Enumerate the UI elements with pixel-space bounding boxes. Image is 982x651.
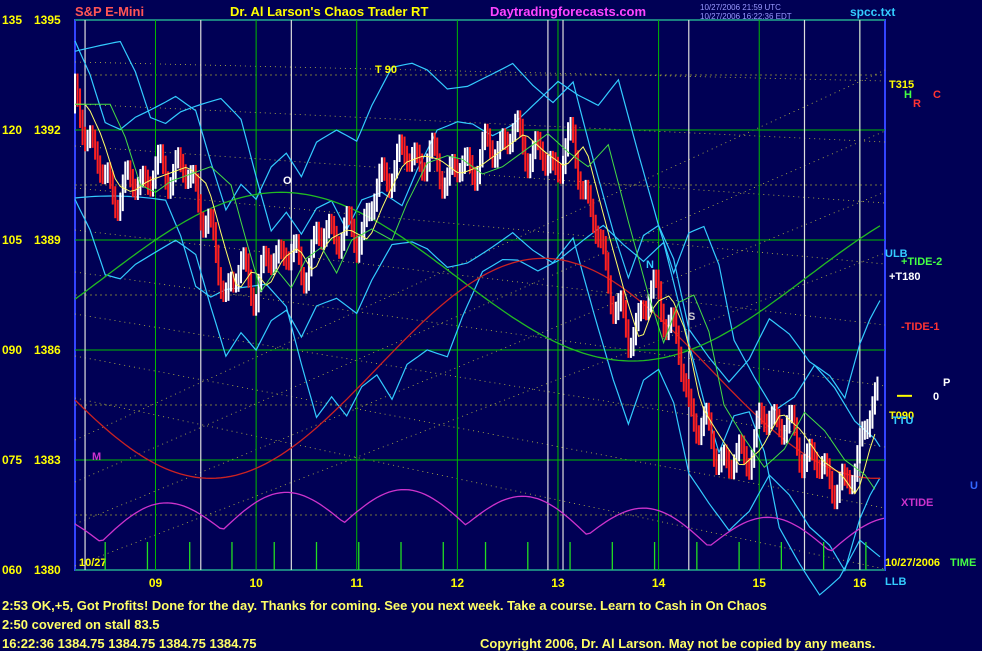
x-start-label: 10/27 [79,557,107,569]
chart-title: Dr. Al Larson's Chaos Trader RT [230,4,429,19]
annotation-label: LLB [885,576,906,588]
y-tick-right: 1392 [34,123,61,137]
website-link[interactable]: Daytradingforecasts.com [490,4,646,19]
annotation-label: R [913,98,921,110]
annotation-label: 0 [933,391,939,403]
annotation-label: N [646,259,654,271]
status-line: 16:22:36 1384.75 1384.75 1384.75 1384.75 [2,636,257,651]
y-tick-right: 1380 [34,563,61,577]
annotation-label: M [92,451,101,463]
y-tick-left: 090 [2,343,22,357]
y-tick-right: 1389 [34,233,61,247]
y-tick-right: 1386 [34,343,61,357]
x-tick-label: 10 [249,576,263,590]
chaos-chart: 135 1395120 1392105 1389090 1386075 1383060 13… [0,0,982,650]
symbol-title: S&P E-Mini [75,4,145,19]
y-tick-left: 105 [2,233,22,247]
x-tick-label: 16 [853,576,867,590]
annotation-label: TTU [892,415,913,427]
timestamp-local: 10/27/2006 16:22:36 EDT [700,12,792,21]
x-tick-label: 13 [551,576,565,590]
y-tick-left: 120 [2,123,22,137]
data-filename: spcc.txt [850,5,896,19]
annotation-label: XTIDE [901,497,933,509]
x-tick-label: 09 [149,576,163,590]
annotation-label: S [688,311,695,323]
y-tick-right: 1383 [34,453,61,467]
annotation-label: ULB [885,248,908,260]
y-tick-left: 135 [2,13,22,27]
message-line-2: 2:50 covered on stall 83.5 [2,617,160,632]
annotation-label: P [943,377,950,389]
annotation-label: H [904,89,912,101]
annotation-label: U [970,480,978,492]
annotation-label: C [933,89,941,101]
copyright: Copyright 2006, Dr. Al Larson. May not b… [480,636,876,651]
message-line-1: 2:53 OK,+5, Got Profits! Done for the da… [2,598,767,613]
y-tick-left: 075 [2,453,22,467]
x-tick-label: 11 [350,576,363,590]
x-tick-label: 14 [652,576,666,590]
x-tick-label: 15 [753,576,767,590]
x-end-label: 10/27/2006 [885,557,940,569]
annotation-label: TIME [950,557,976,569]
annotation-label: O [283,175,292,187]
x-tick-label: 12 [451,576,465,590]
y-tick-right: 1395 [34,13,61,27]
y-tick-left: 060 [2,563,22,577]
annotation-label: T 90 [375,64,397,76]
annotation-label: -TIDE-1 [901,321,940,333]
annotation-label: +T180 [889,271,921,283]
timestamp-utc: 10/27/2006 21:59 UTC [700,3,781,12]
